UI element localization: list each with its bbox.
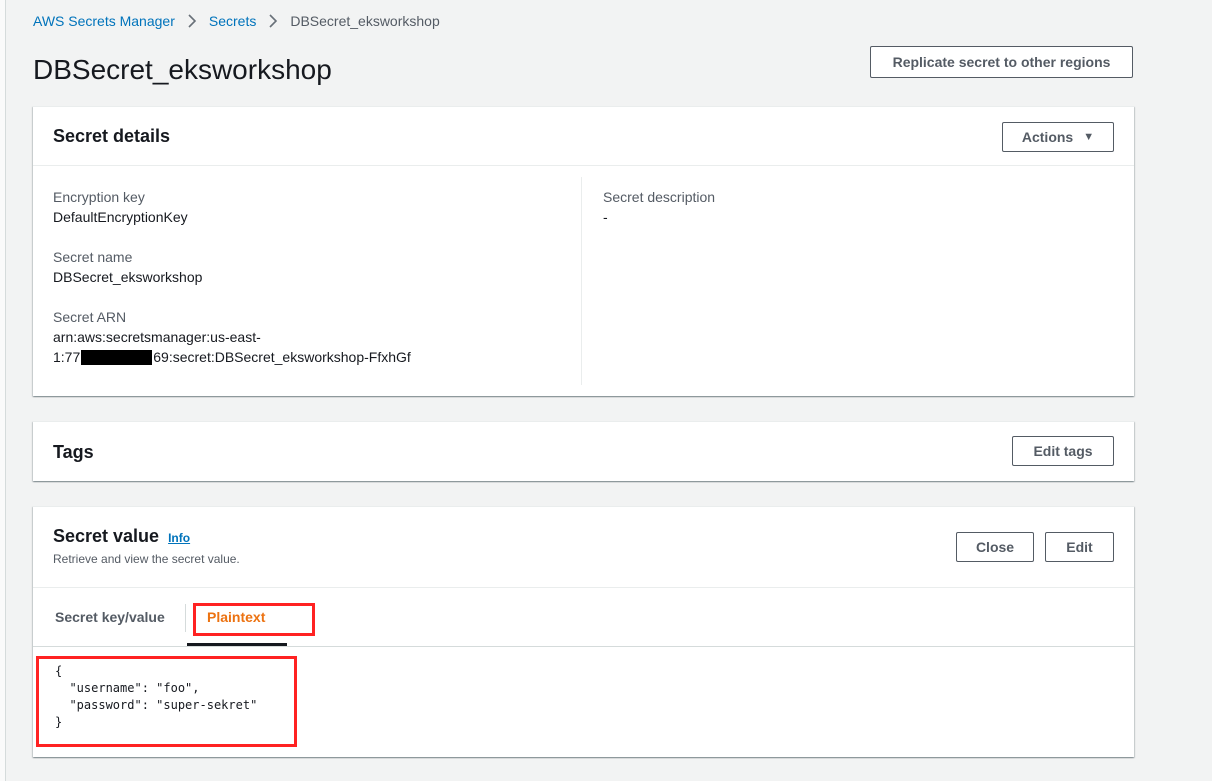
secret-description-field: Secret description -: [603, 187, 1103, 227]
tags-panel: Tags Edit tags: [33, 421, 1134, 481]
secret-value-subtitle: Retrieve and view the secret value.: [53, 552, 240, 566]
info-link[interactable]: Info: [168, 531, 190, 545]
secret-arn-field: Secret ARN arn:aws:secretsmanager:us-eas…: [53, 307, 583, 367]
secret-value-title: Secret value: [53, 526, 160, 546]
breadcrumb-secrets-manager[interactable]: AWS Secrets Manager: [33, 13, 175, 29]
secret-value-tabs: Secret key/value Plaintext: [33, 588, 1134, 647]
details-left-column: Encryption key DefaultEncryptionKey Secr…: [53, 187, 583, 367]
details-right-column: Secret description -: [603, 187, 1103, 227]
encryption-key-value: DefaultEncryptionKey: [53, 209, 188, 225]
tab-secret-key-value[interactable]: Secret key/value: [55, 588, 165, 646]
highlight-box-plaintext-code: [36, 656, 297, 747]
secret-arn-line2: 1:77 69:secret:DBSecret_eksworkshop-Ffxh…: [53, 347, 411, 367]
breadcrumb-current: DBSecret_eksworkshop: [290, 13, 440, 29]
secret-arn-label: Secret ARN: [53, 309, 127, 325]
actions-label: Actions: [1021, 129, 1074, 145]
encryption-key-label: Encryption key: [53, 189, 145, 205]
secret-value-panel: Secret value Info Retrieve and view the …: [33, 506, 1134, 757]
secret-name-value: DBSecret_eksworkshop: [53, 269, 203, 285]
breadcrumb-secrets[interactable]: Secrets: [209, 13, 256, 29]
active-tab-indicator: [187, 643, 287, 646]
tab-divider: [185, 604, 186, 632]
secret-details-panel: Secret details Actions ▼ Encryption key …: [33, 106, 1134, 396]
secret-name-field: Secret name DBSecret_eksworkshop: [53, 247, 583, 287]
secret-description-label: Secret description: [603, 189, 716, 205]
close-button[interactable]: Close: [956, 532, 1034, 562]
arn-suffix: 69:secret:DBSecret_eksworkshop-FfxhGf: [153, 349, 411, 365]
redaction-block: [81, 349, 153, 365]
actions-dropdown-button[interactable]: Actions ▼: [1002, 122, 1114, 152]
highlight-box-plaintext-tab: [193, 603, 315, 636]
left-nav-edge: [0, 0, 6, 781]
secret-value-header: Secret value Info Retrieve and view the …: [33, 507, 1134, 588]
secret-details-title: Secret details: [53, 126, 171, 146]
plaintext-content: { "username": "foo", "password": "super-…: [33, 647, 1134, 757]
secret-details-header: Secret details Actions ▼: [33, 107, 1134, 166]
replicate-secret-button[interactable]: Replicate secret to other regions: [870, 46, 1133, 78]
column-divider: [581, 177, 582, 385]
edit-button[interactable]: Edit: [1045, 532, 1114, 562]
caret-down-icon: ▼: [1083, 131, 1095, 143]
secret-description-value: -: [603, 209, 608, 225]
page-title: DBSecret_eksworkshop: [33, 54, 332, 85]
breadcrumb: AWS Secrets Manager Secrets DBSecret_eks…: [33, 12, 440, 30]
edit-tags-button[interactable]: Edit tags: [1012, 436, 1114, 466]
secret-name-label: Secret name: [53, 249, 133, 265]
arn-prefix: 1:77: [53, 349, 81, 365]
secret-value-title-row: Secret value Info: [53, 526, 190, 547]
encryption-key-field: Encryption key DefaultEncryptionKey: [53, 187, 583, 227]
chevron-right-icon: [182, 14, 202, 28]
chevron-right-icon: [263, 14, 283, 28]
tags-title: Tags: [53, 442, 94, 462]
secret-arn-line1: arn:aws:secretsmanager:us-east-: [53, 329, 261, 345]
